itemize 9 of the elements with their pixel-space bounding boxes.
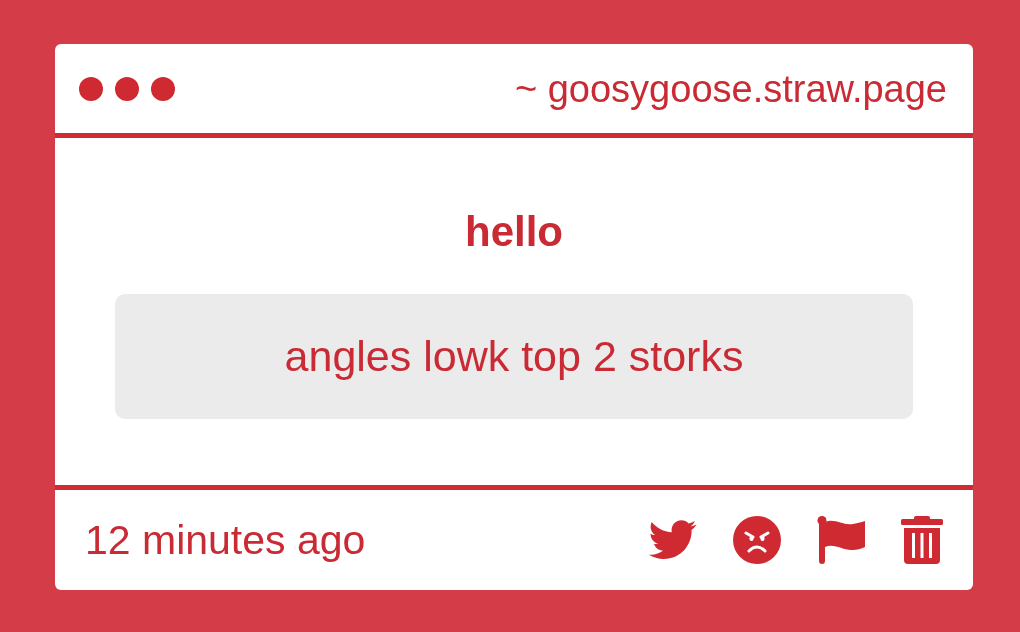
twitter-bird-icon[interactable] xyxy=(649,520,697,560)
angry-face-icon[interactable] xyxy=(733,516,781,564)
post-message: angles lowk top 2 storks xyxy=(284,335,744,378)
post-title: hello xyxy=(465,208,563,256)
post-time: 12 minutes ago xyxy=(85,519,366,561)
page-address: ~ goosygoose.straw.page xyxy=(514,69,947,108)
flag-icon[interactable] xyxy=(817,516,865,564)
window-dots-icon xyxy=(79,76,175,101)
trash-icon[interactable] xyxy=(901,516,943,564)
